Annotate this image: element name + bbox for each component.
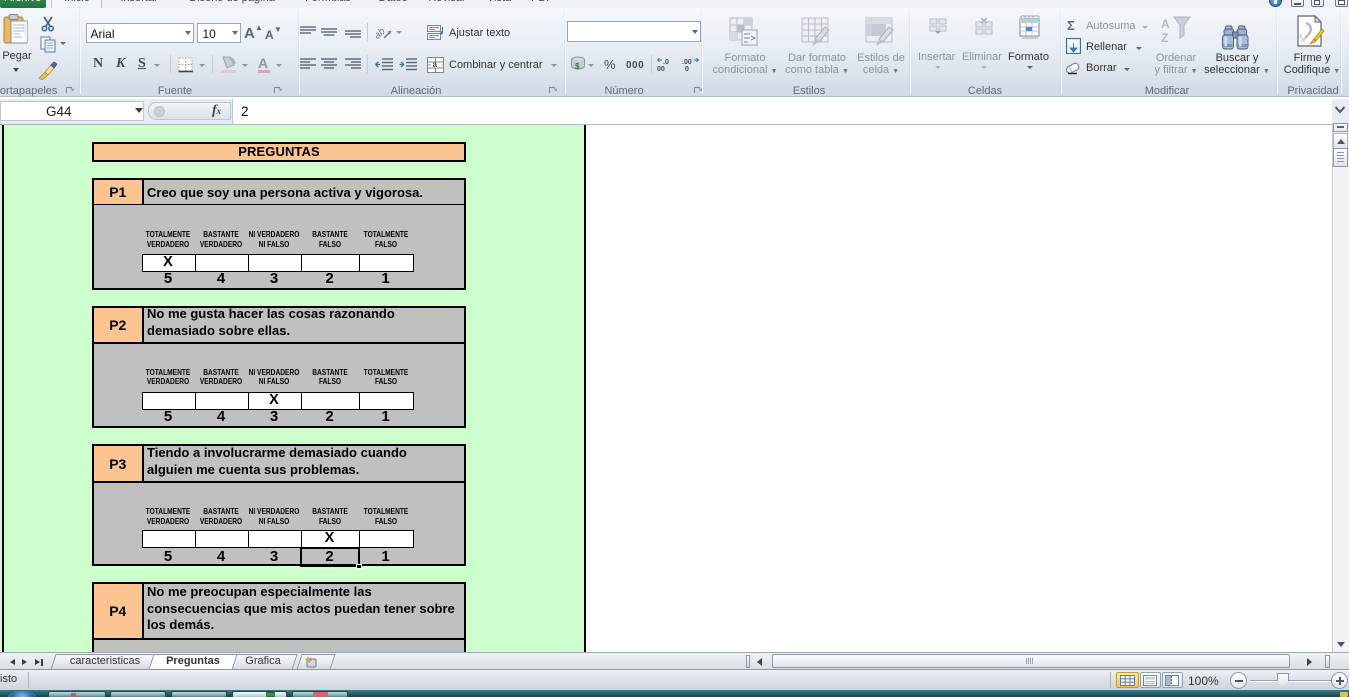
svg-text:A: A [1161,17,1170,31]
svg-text:Z: Z [1161,31,1168,45]
svg-text:.00: .00 [682,59,692,66]
svg-text:0: 0 [685,66,689,72]
svg-text:$: $ [575,62,580,71]
svg-text:00: 00 [657,66,665,72]
svg-text:ab: ab [376,26,388,41]
svg-text:.0: .0 [663,59,669,66]
svg-text:a: a [433,60,438,69]
